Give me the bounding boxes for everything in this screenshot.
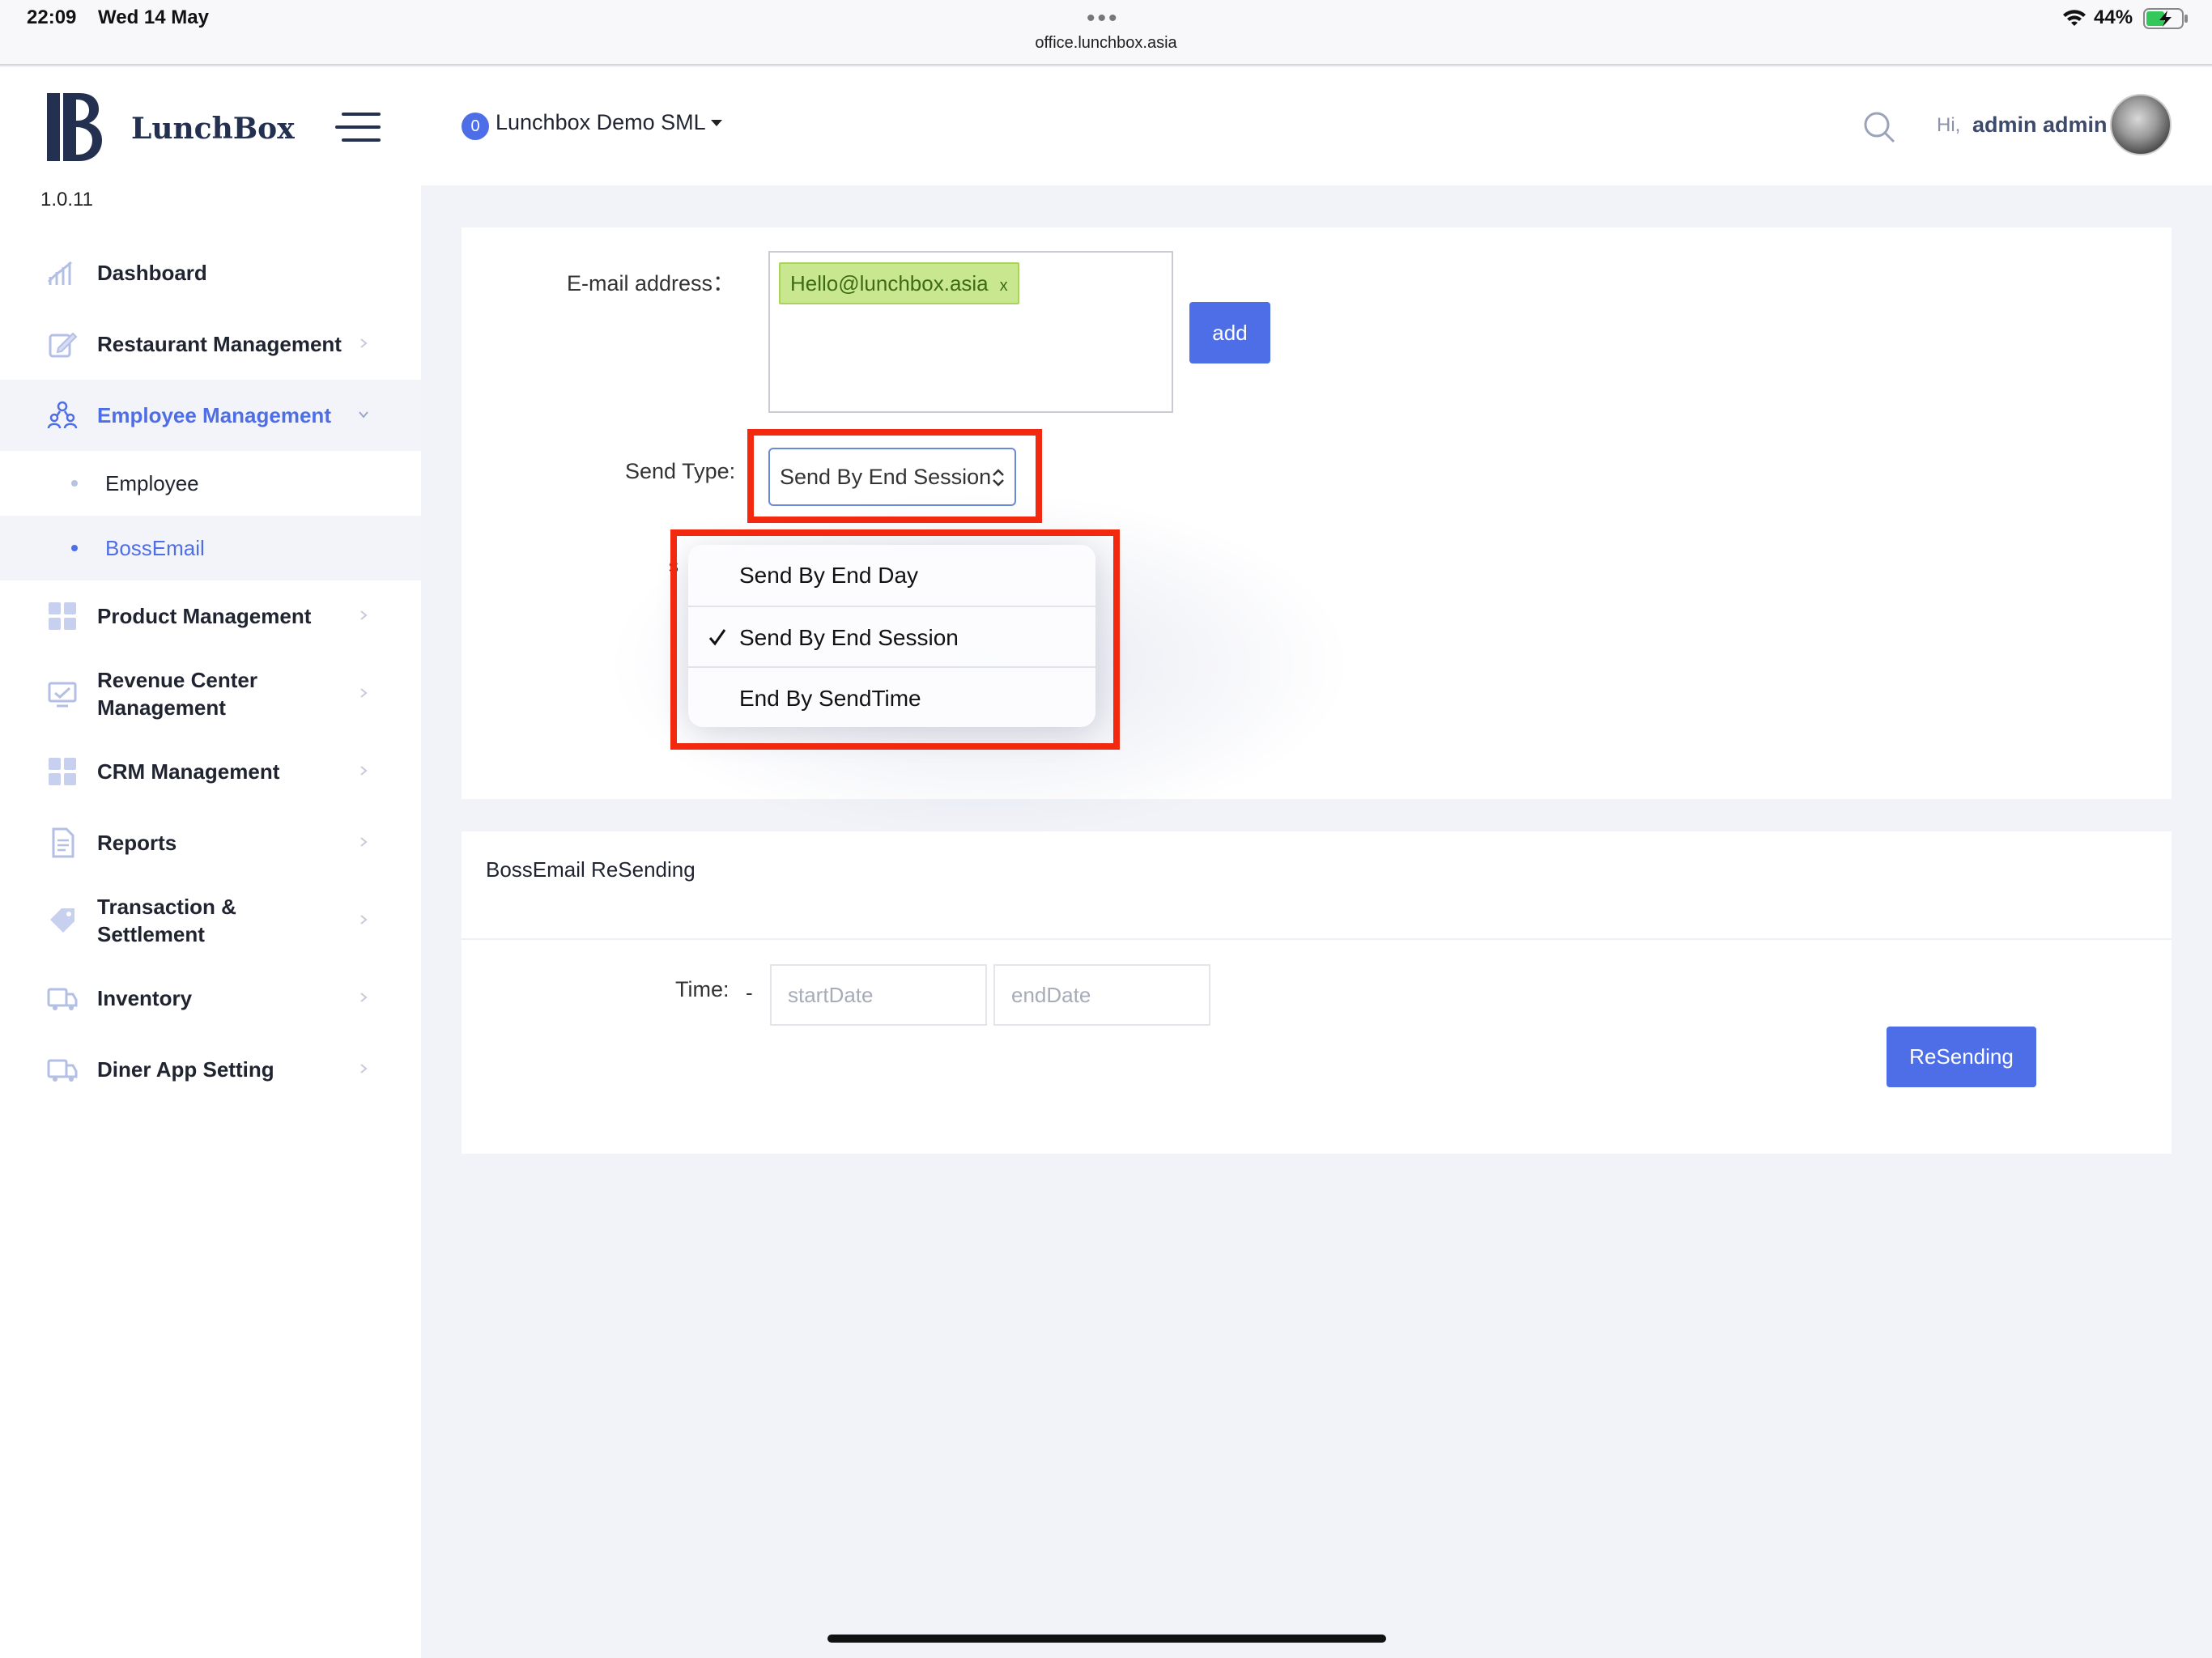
send-type-label: Send Type:: [625, 459, 736, 483]
tag-icon: [50, 908, 74, 933]
edit-icon: [49, 332, 78, 358]
chevron-down-icon: [359, 411, 368, 419]
sidebar-item-employee-management[interactable]: Employee Management: [0, 380, 421, 451]
status-time: 22:09: [27, 6, 77, 28]
bullet-icon: [71, 545, 78, 551]
lunchbox-logo: [47, 93, 102, 161]
sidebar-subitem-label: BossEmail: [105, 535, 205, 560]
app-version: 1.0.11: [40, 189, 93, 210]
brand-name: LunchBox: [131, 112, 295, 146]
chevron-right-icon: [360, 1064, 368, 1073]
document-icon: [52, 827, 74, 858]
email-tag-text: Hello@lunchbox.asia: [790, 271, 989, 295]
greeting: Hi,: [1937, 114, 1961, 136]
sidebar: LunchBox 1.0.11 Dashboard Restaurant Man…: [0, 67, 421, 1658]
sidebar-item-product-management[interactable]: Product Management: [0, 580, 421, 652]
resending-button[interactable]: ReSending: [1887, 1027, 2036, 1087]
sidebar-item-dashboard[interactable]: Dashboard: [0, 237, 421, 308]
end-date-input[interactable]: endDate: [993, 964, 1210, 1026]
add-button[interactable]: add: [1189, 302, 1270, 363]
chevron-right-icon: [360, 915, 368, 925]
multitask-dots[interactable]: •••: [1087, 6, 1120, 31]
sidebar-item-diner-app-setting[interactable]: Diner App Setting: [0, 1034, 421, 1105]
caret-down-icon[interactable]: [711, 120, 722, 126]
sidebar-item-restaurant-management[interactable]: Restaurant Management: [0, 308, 421, 380]
sidebar-item-inventory[interactable]: Inventory: [0, 963, 421, 1034]
highlight-box-options: [670, 529, 1120, 750]
chevron-right-icon: [360, 338, 368, 348]
battery-icon: [2143, 8, 2188, 29]
bar-chart-icon: [47, 261, 72, 285]
user-name[interactable]: admin admin: [1972, 113, 2108, 138]
sidebar-item-crm-management[interactable]: CRM Management: [0, 736, 421, 807]
search-icon[interactable]: [1862, 110, 1896, 144]
resending-title: BossEmail ReSending: [486, 857, 696, 882]
sidebar-item-label: Diner App Setting: [97, 1056, 274, 1082]
battery-percent: 44%: [2094, 6, 2133, 28]
highlight-box-select: [747, 429, 1042, 523]
sidebar-item-label: Transaction & Settlement: [97, 895, 236, 946]
time-label: Time:: [675, 977, 730, 1001]
truck-icon: [47, 1059, 78, 1082]
sidebar-item-revenue-center-management[interactable]: Revenue Center Management: [0, 652, 421, 736]
start-date-input[interactable]: startDate: [770, 964, 987, 1026]
sidebar-item-label: CRM Management: [97, 759, 280, 784]
wifi-icon: [2063, 10, 2086, 26]
tag-remove-button[interactable]: x: [1000, 277, 1008, 295]
sidebar-subitem-label: Employee: [105, 470, 199, 495]
card-header: [462, 831, 2172, 940]
email-label: E-mail address：: [567, 271, 735, 295]
monitor-icon: [48, 682, 77, 708]
sidebar-item-label: Employee Management: [97, 402, 331, 427]
sidebar-item-label: Restaurant Management: [97, 331, 342, 356]
truck-icon: [47, 988, 78, 1010]
sidebar-item-transaction-settlement[interactable]: Transaction & Settlement: [0, 878, 421, 963]
sidebar-item-label: Dashboard: [97, 260, 207, 285]
email-tag: Hello@lunchbox.asia x: [779, 262, 1019, 304]
chevron-right-icon: [360, 993, 368, 1002]
bullet-icon: [71, 480, 78, 487]
sidebar-item-label: Revenue Center Management: [97, 668, 257, 720]
sidebar-item-label: Inventory: [97, 985, 193, 1010]
date-separator: -: [746, 980, 753, 1005]
menu-toggle-icon[interactable]: [335, 109, 381, 145]
people-icon: [47, 401, 78, 429]
grid-icon: [49, 758, 76, 785]
sidebar-item-label: Reports: [97, 830, 177, 855]
chevron-right-icon: [360, 837, 368, 847]
sidebar-menu: Dashboard Restaurant Management Employee…: [0, 237, 421, 1105]
sidebar-item-reports[interactable]: Reports: [0, 807, 421, 878]
notification-badge: 0: [462, 113, 489, 140]
avatar[interactable]: [2110, 94, 2172, 155]
shop-selector[interactable]: Lunchbox Demo SML: [496, 110, 706, 135]
chevron-right-icon: [360, 766, 368, 776]
home-indicator[interactable]: [827, 1635, 1386, 1643]
sidebar-subitem-employee[interactable]: Employee: [0, 451, 421, 516]
sidebar-subitem-bossemail[interactable]: BossEmail: [0, 516, 421, 580]
chevron-right-icon: [360, 610, 368, 620]
grid-icon: [49, 602, 76, 630]
status-date: Wed 14 May: [98, 6, 209, 28]
sidebar-item-label: Product Management: [97, 603, 312, 628]
chevron-right-icon: [360, 688, 368, 698]
url-text: office.lunchbox.asia: [1035, 34, 1177, 52]
